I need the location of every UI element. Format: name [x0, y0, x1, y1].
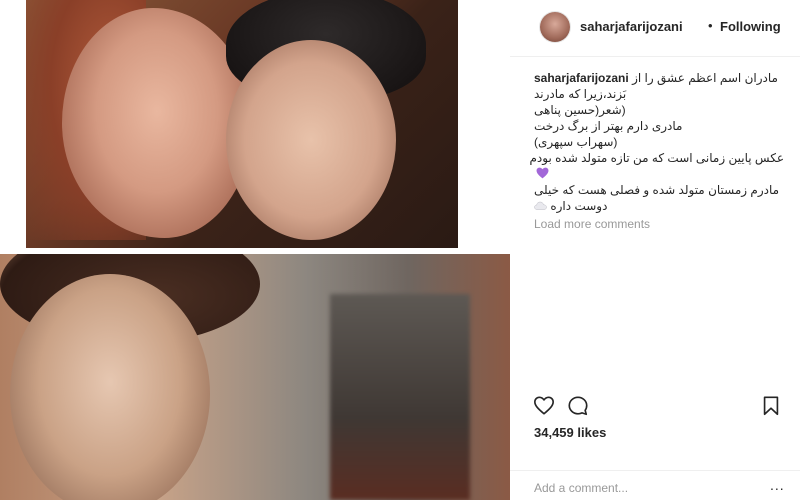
- post-media[interactable]: [0, 0, 510, 500]
- caption-line: مادری دارم بهتر از برگ درخت: [534, 119, 683, 133]
- caption-last-line: دوست داره: [534, 198, 784, 214]
- likes-count[interactable]: 34,459 likes: [534, 425, 606, 440]
- header-separator-dot: •: [708, 18, 713, 33]
- post-side-panel: saharjafarijozani • Following saharjafar…: [510, 0, 800, 500]
- more-options-button[interactable]: ...: [770, 478, 785, 492]
- caption-text: دوست داره: [550, 199, 608, 213]
- caption-line: مادرم زمستان متولد شده و فصلی هست که خیل…: [534, 183, 780, 197]
- caption-first-line: saharjafarijozani مادران اسم اعظم عشق را…: [534, 70, 784, 86]
- heart-outline-icon[interactable]: [533, 395, 555, 417]
- comment-input[interactable]: [534, 480, 744, 496]
- cloud-icon: [534, 201, 547, 210]
- header-username[interactable]: saharjafarijozani: [580, 19, 683, 34]
- post-caption: saharjafarijozani مادران اسم اعظم عشق را…: [529, 70, 784, 214]
- likes-label: likes: [577, 425, 607, 440]
- photo-background-region: [330, 294, 470, 500]
- load-more-comments-link[interactable]: Load more comments: [534, 217, 650, 231]
- post-photo-bottom: [0, 254, 510, 500]
- caption-line: عکس پایین زمانی است که من تازه متولد شده…: [529, 151, 784, 165]
- following-button[interactable]: Following: [720, 19, 781, 34]
- photo-face-region: [10, 274, 210, 500]
- comment-bar: ...: [510, 470, 800, 501]
- post-actions: [510, 395, 800, 419]
- post-photo-top: [26, 0, 458, 248]
- photo-face-region: [62, 8, 252, 238]
- speech-bubble-icon[interactable]: [567, 395, 589, 417]
- likes-number: 34,459: [534, 425, 574, 440]
- avatar[interactable]: [540, 12, 570, 42]
- caption-line: (سهراب سپهری): [534, 135, 618, 149]
- caption-username[interactable]: saharjafarijozani: [534, 71, 629, 85]
- caption-emoji-line: [534, 166, 784, 182]
- purple-heart-icon: [536, 167, 549, 179]
- post-header: saharjafarijozani • Following: [510, 0, 800, 57]
- caption-line: بَزند،زیرا که مادرند: [534, 87, 627, 101]
- caption-line: (شعر(حسین پناهی: [534, 103, 626, 117]
- caption-text: مادران اسم اعظم عشق را از: [632, 71, 778, 85]
- photo-face-region: [226, 40, 396, 240]
- bookmark-icon[interactable]: [760, 395, 782, 417]
